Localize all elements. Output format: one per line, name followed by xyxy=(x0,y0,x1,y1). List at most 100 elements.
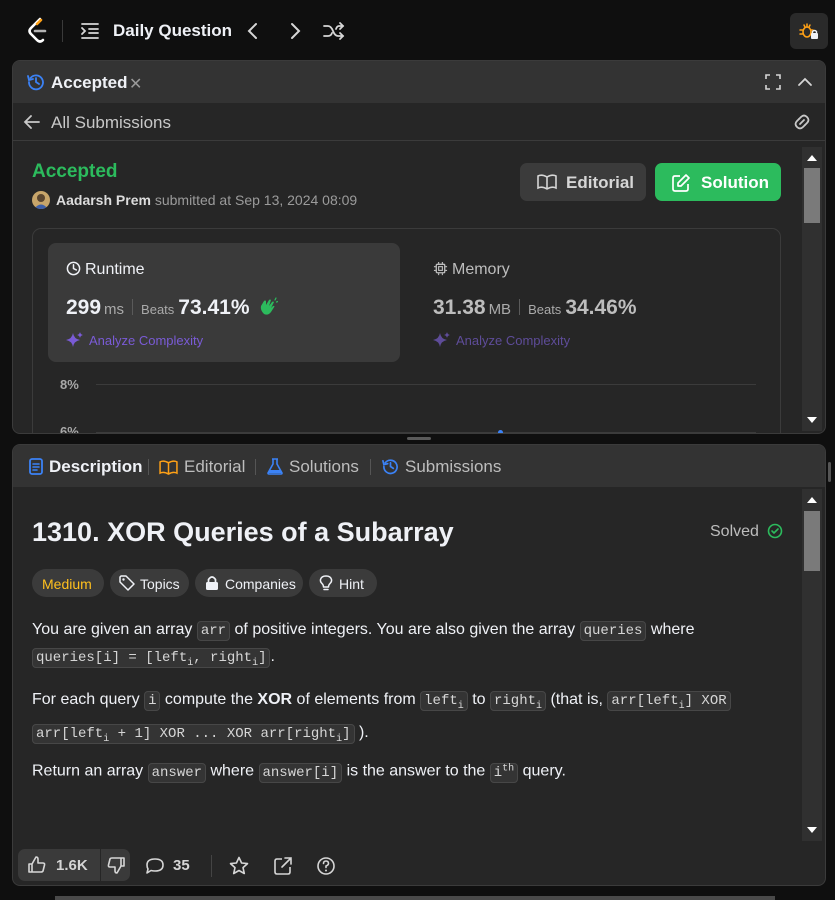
scrollbar-thumb[interactable] xyxy=(804,168,820,223)
submissions-subheader: All Submissions xyxy=(13,103,825,141)
flask-icon xyxy=(267,458,283,475)
debug-button[interactable] xyxy=(790,13,828,49)
memory-beats: 34.46% xyxy=(565,296,637,319)
history-icon xyxy=(27,74,44,91)
difficulty-badge: Medium xyxy=(32,569,104,597)
daily-question-title[interactable]: Daily Question xyxy=(113,21,232,41)
book-icon xyxy=(159,460,178,475)
divider xyxy=(211,855,212,877)
chevron-up-icon[interactable] xyxy=(797,74,813,90)
like-count: 1.6K xyxy=(56,857,88,874)
memory-title: Memory xyxy=(433,261,510,279)
clapping-hands-icon xyxy=(261,297,279,315)
solution-button[interactable]: Solution xyxy=(655,163,781,201)
thumbs-up-icon[interactable] xyxy=(28,856,46,874)
description-paragraph: For each query i compute the XOR of elem… xyxy=(32,687,777,753)
clock-icon xyxy=(66,261,81,276)
runtime-title: Runtime xyxy=(66,261,145,279)
sparkle-icon xyxy=(66,332,83,347)
description-paragraph: Return an array answer where answer[i] i… xyxy=(32,762,566,783)
like-dislike-group: 1.6K xyxy=(18,849,130,881)
topics-button[interactable]: Topics xyxy=(110,569,189,597)
comment-icon[interactable] xyxy=(145,857,165,875)
tab-submissions[interactable]: Submissions xyxy=(382,457,501,477)
divider xyxy=(370,459,371,475)
top-navbar: Daily Question xyxy=(0,0,835,62)
check-circle-icon xyxy=(768,523,783,539)
companies-button[interactable]: Companies xyxy=(195,569,303,597)
tab-description[interactable]: Description xyxy=(29,457,143,477)
tab-accepted[interactable]: Accepted xyxy=(51,73,128,93)
scroll-up-icon[interactable] xyxy=(802,151,822,165)
link-icon[interactable] xyxy=(791,113,813,131)
solved-status: Solved xyxy=(710,523,783,541)
help-icon[interactable] xyxy=(316,856,336,876)
bug-lock-icon xyxy=(799,23,818,39)
analyze-complexity-memory[interactable]: Analyze Complexity xyxy=(433,332,570,348)
username[interactable]: Aadarsh Prem xyxy=(56,192,151,208)
description-paragraph: You are given an array arr of positive i… xyxy=(32,621,695,669)
submission-panel: Accepted ✕ All Submissions Accepted Aada… xyxy=(12,60,826,434)
description-tabs: Description Editorial Solutions Submissi… xyxy=(13,445,825,487)
chart-gridline xyxy=(96,432,756,433)
divider xyxy=(255,459,256,475)
avatar[interactable] xyxy=(32,191,50,209)
scroll-up-icon[interactable] xyxy=(802,493,822,507)
chip-icon xyxy=(433,261,448,276)
document-icon xyxy=(29,458,43,475)
chevron-left-icon[interactable] xyxy=(245,21,261,41)
horizontal-scrollbar[interactable] xyxy=(55,896,775,900)
scrollbar[interactable] xyxy=(802,489,822,841)
arrow-left-icon[interactable] xyxy=(23,114,41,130)
star-icon[interactable] xyxy=(229,856,249,876)
scrollbar-thumb[interactable] xyxy=(804,511,820,571)
sparkle-icon xyxy=(433,332,450,347)
runtime-card[interactable]: Runtime 299 ms Beats 73.41% Analyze Complex… xyxy=(48,243,400,362)
leetcode-logo-icon[interactable] xyxy=(26,17,50,45)
chart-gridline-label: 6% xyxy=(60,424,79,434)
description-panel: Description Editorial Solutions Submissi… xyxy=(12,444,826,886)
history-icon xyxy=(382,459,398,475)
close-icon[interactable]: ✕ xyxy=(129,74,142,94)
submitted-time: submitted at Sep 13, 2024 08:09 xyxy=(154,192,358,208)
panel-resize-handle[interactable] xyxy=(407,437,431,440)
runtime-value: 299 ms Beats 73.41% xyxy=(66,296,279,320)
tab-solutions[interactable]: Solutions xyxy=(267,457,359,477)
memory-value: 31.38 MB Beats 34.46% xyxy=(433,296,637,319)
scroll-down-icon[interactable] xyxy=(802,823,822,837)
divider xyxy=(148,459,149,475)
scrollbar[interactable] xyxy=(802,147,822,431)
divider xyxy=(62,20,63,42)
chevron-right-icon[interactable] xyxy=(287,21,303,41)
tag-icon xyxy=(119,575,135,591)
editorial-button[interactable]: Editorial xyxy=(520,163,646,201)
comment-count[interactable]: 35 xyxy=(173,857,190,874)
submitter-info: Aadarsh Prem submitted at Sep 13, 2024 0… xyxy=(56,192,357,208)
lightbulb-icon xyxy=(319,575,333,591)
problem-title[interactable]: 1310. XOR Queries of a Subarray xyxy=(32,517,454,548)
runtime-beats: 73.41% xyxy=(178,296,250,319)
edit-icon xyxy=(672,174,690,192)
book-icon xyxy=(537,174,557,190)
panel-resize-handle[interactable] xyxy=(828,462,831,482)
problem-list-icon[interactable] xyxy=(80,22,100,40)
chart-gridline xyxy=(96,384,756,385)
share-icon[interactable] xyxy=(273,856,293,876)
problem-actions-bar: 1.6K 35 xyxy=(13,845,825,885)
panel-tab-header: Accepted ✕ xyxy=(13,61,825,103)
scroll-down-icon[interactable] xyxy=(802,413,822,427)
maximize-icon[interactable] xyxy=(765,74,781,90)
chart-gridline-label: 8% xyxy=(60,377,79,392)
thumbs-down-icon[interactable] xyxy=(107,856,125,874)
performance-stats: Runtime 299 ms Beats 73.41% Analyze Complex… xyxy=(32,228,781,434)
shuffle-icon[interactable] xyxy=(323,21,345,41)
chart-point[interactable] xyxy=(498,430,503,433)
tab-editorial[interactable]: Editorial xyxy=(159,457,245,477)
avatar-image xyxy=(34,194,48,209)
submission-status: Accepted xyxy=(32,161,118,182)
analyze-complexity-runtime[interactable]: Analyze Complexity xyxy=(66,332,203,348)
hint-button[interactable]: Hint xyxy=(309,569,377,597)
all-submissions-link[interactable]: All Submissions xyxy=(51,113,171,133)
lock-icon xyxy=(206,576,218,590)
memory-card[interactable]: Memory 31.38 MB Beats 34.46% Analyze Comple… xyxy=(415,243,767,362)
